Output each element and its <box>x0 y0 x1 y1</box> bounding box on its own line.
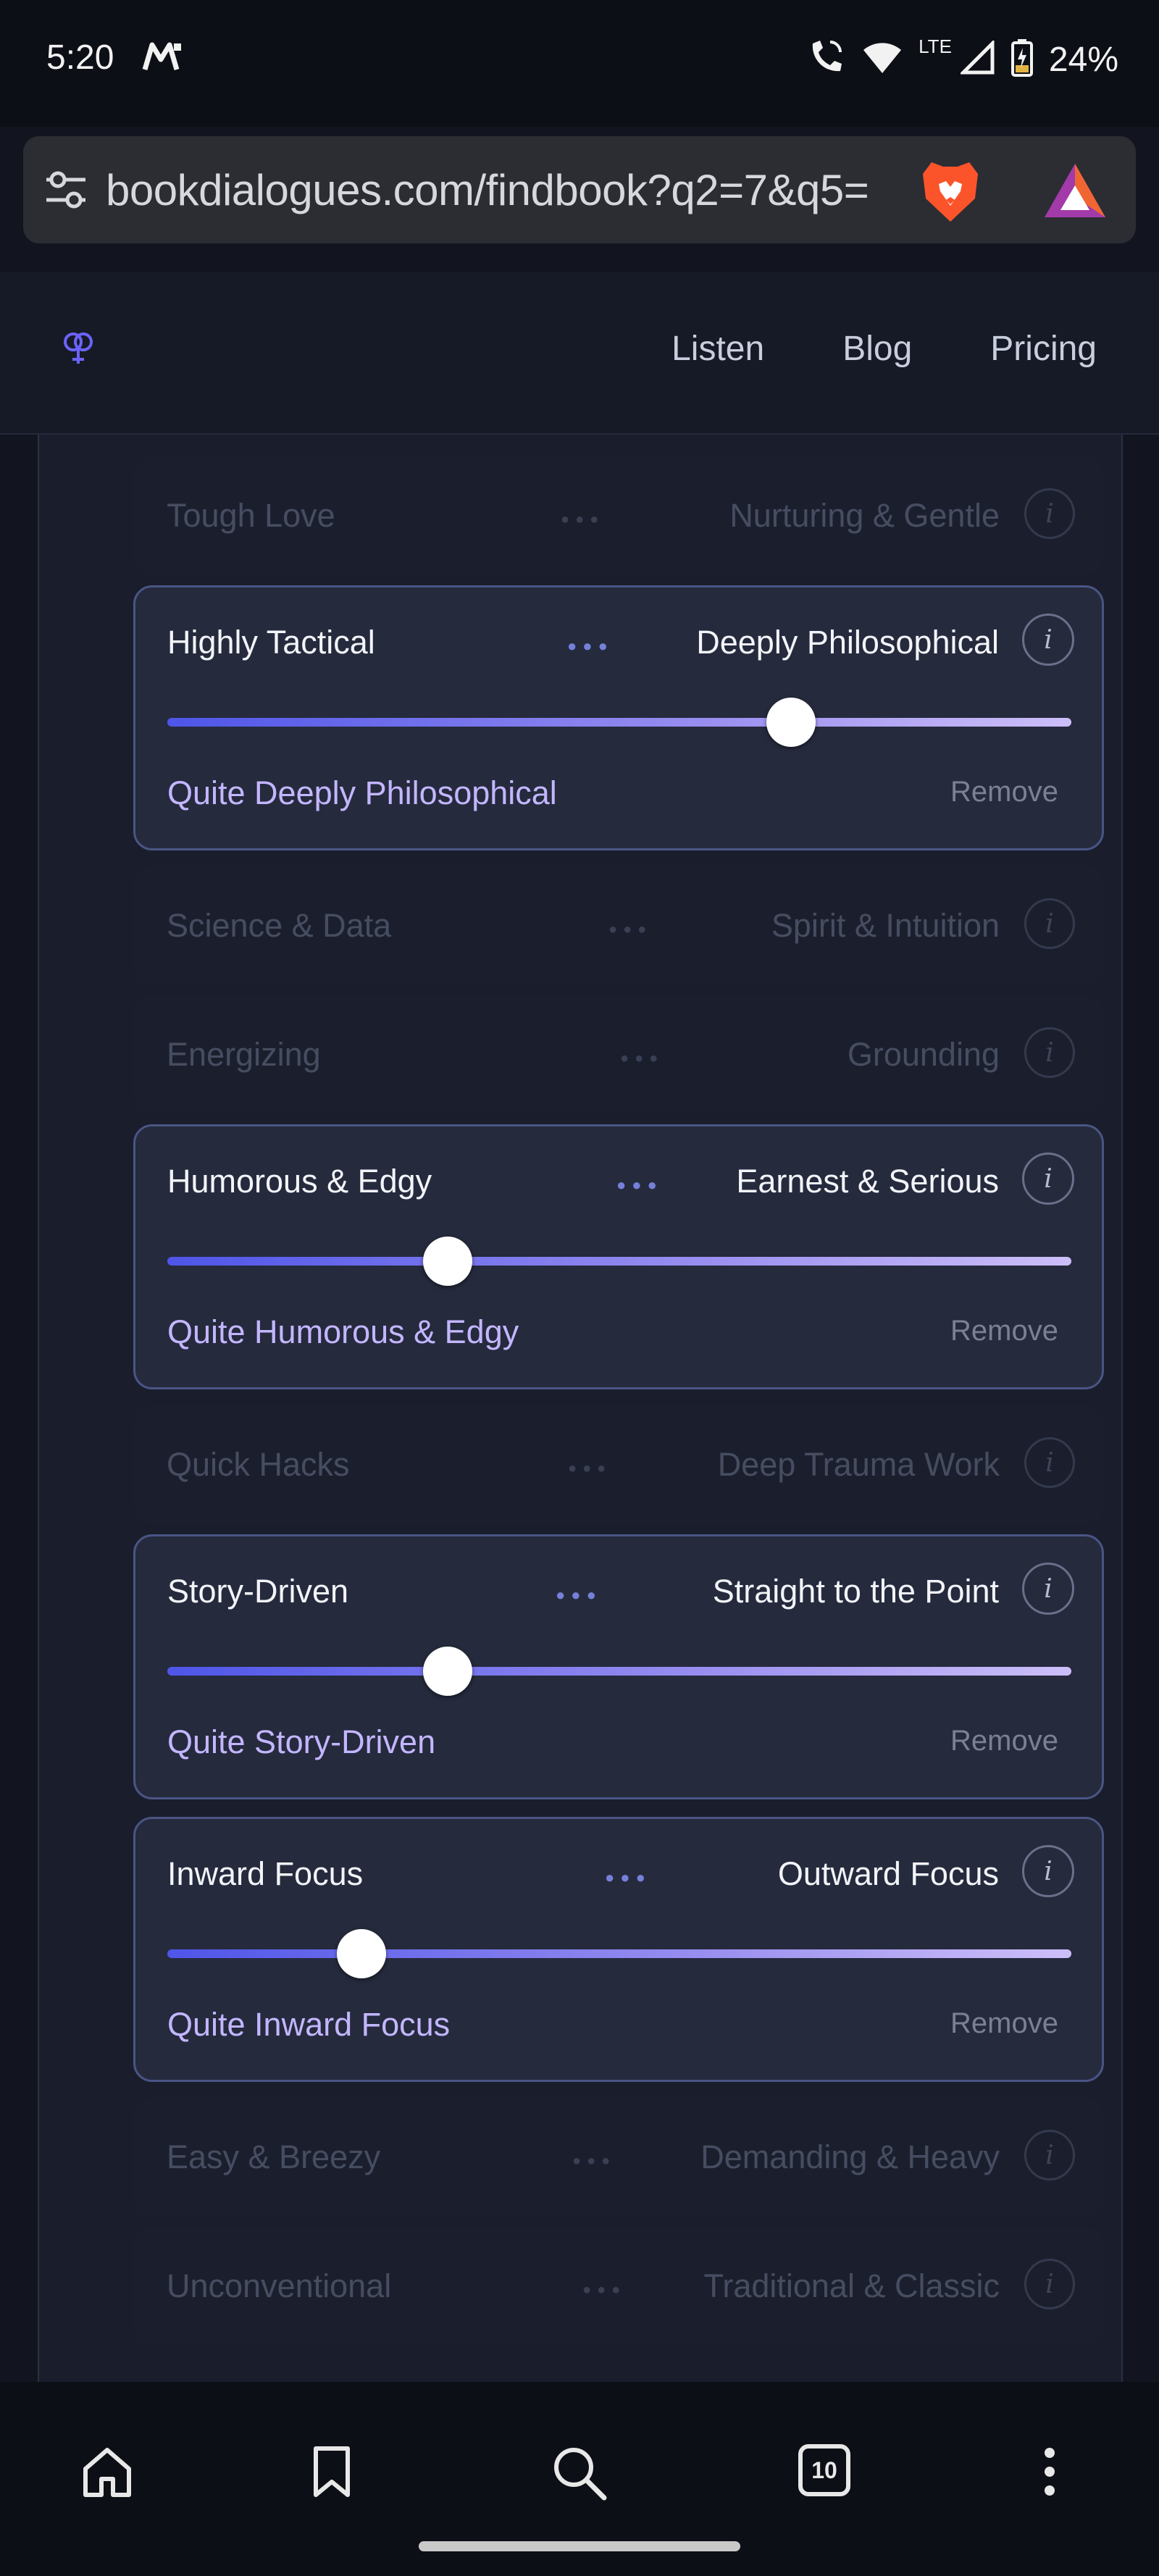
battery-percent: 24% <box>1048 41 1118 79</box>
preference-card-active: Highly Tactical ●●● Deeply Philosophical… <box>133 585 1104 850</box>
preference-card-active: Story-Driven ●●● Straight to the Point i… <box>133 1534 1104 1799</box>
slider-thumb[interactable] <box>422 1237 472 1286</box>
wifi-icon <box>862 40 903 80</box>
dots-icon: ●●● <box>556 1586 602 1604</box>
slider-track[interactable] <box>167 1647 1071 1696</box>
left-pole-label: Easy & Breezy <box>167 2138 381 2175</box>
left-pole-label: Unconventional <box>167 2267 392 2304</box>
dots-icon: ●●● <box>568 1460 612 1476</box>
preference-row-inactive[interactable]: Energizing ●●● Grounding i <box>133 995 1104 1114</box>
remove-button[interactable]: Remove <box>950 2007 1058 2040</box>
preference-row-inactive[interactable]: Quick Hacks ●●● Deep Trauma Work i <box>133 1405 1104 1524</box>
slider-value-label: Quite Story-Driven <box>167 1723 436 1760</box>
slider-track[interactable] <box>167 1237 1071 1286</box>
tabs-icon[interactable]: 10 <box>798 2444 850 2496</box>
info-icon[interactable]: i <box>1024 1027 1075 1078</box>
slider-track[interactable] <box>167 1929 1071 1978</box>
left-pole-label: Science & Data <box>167 907 392 944</box>
right-pole-label: Spirit & Intuition <box>771 907 1000 944</box>
nav-pricing[interactable]: Pricing <box>990 329 1097 369</box>
info-icon[interactable]: i <box>1024 2259 1075 2309</box>
remove-button[interactable]: Remove <box>950 1725 1058 1757</box>
url-text[interactable]: bookdialogues.com/findbook?q2=7&q5= <box>106 165 917 215</box>
nav-blog[interactable]: Blog <box>842 329 912 369</box>
more-vertical-icon[interactable] <box>1040 2444 1059 2503</box>
tune-icon[interactable] <box>43 168 88 215</box>
left-pole-label: Quick Hacks <box>167 1446 350 1483</box>
url-bar[interactable]: bookdialogues.com/findbook?q2=7&q5= <box>23 136 1136 243</box>
info-icon[interactable]: i <box>1022 1845 1074 1897</box>
dots-icon: ●●● <box>620 1050 664 1066</box>
dots-icon: ●●● <box>608 921 653 937</box>
info-icon[interactable]: i <box>1022 1153 1074 1205</box>
info-icon[interactable]: i <box>1024 2130 1075 2180</box>
signal-icon <box>958 38 995 79</box>
right-pole-label: Demanding & Heavy <box>700 2138 1000 2175</box>
tab-count: 10 <box>811 2456 837 2483</box>
status-time: 5:20 <box>46 38 114 77</box>
info-icon[interactable]: i <box>1022 1563 1074 1615</box>
preference-row-inactive[interactable]: Unconventional ●●● Traditional & Classic… <box>133 2227 1104 2346</box>
app-notification-icon <box>142 41 184 76</box>
preference-row-inactive[interactable]: Tough Love ●●● Nurturing & Gentle i <box>133 456 1104 575</box>
right-pole-label: Earnest & Serious <box>736 1163 999 1200</box>
slider-value-label: Quite Humorous & Edgy <box>167 1313 519 1350</box>
left-pole-label: Story-Driven <box>167 1573 349 1610</box>
preference-row-inactive[interactable]: Easy & Breezy ●●● Demanding & Heavy i <box>133 2098 1104 2217</box>
preference-panel: Tough Love ●●● Nurturing & Gentle i High… <box>38 435 1123 2382</box>
bookmark-icon[interactable] <box>309 2444 355 2503</box>
right-pole-label: Nurturing & Gentle <box>729 497 1000 534</box>
status-icons: LTE 24% <box>806 35 1118 82</box>
status-bar: 5:20 LTE 24% <box>0 0 1159 127</box>
left-pole-label: Tough Love <box>167 497 335 534</box>
site-nav: Listen Blog Pricing <box>671 329 1097 369</box>
slider-thumb[interactable] <box>337 1929 387 1978</box>
info-icon[interactable]: i <box>1022 614 1074 666</box>
slider-thumb[interactable] <box>422 1647 472 1696</box>
network-type: LTE <box>919 35 952 57</box>
home-indicator[interactable] <box>419 2541 740 2551</box>
right-pole-label: Grounding <box>847 1036 1000 1073</box>
home-icon[interactable] <box>80 2444 135 2503</box>
dots-icon: ●●● <box>605 1868 651 1886</box>
nav-listen[interactable]: Listen <box>671 329 764 369</box>
right-pole-label: Deeply Philosophical <box>696 624 999 661</box>
left-pole-label: Humorous & Edgy <box>167 1163 432 1200</box>
remove-button[interactable]: Remove <box>950 776 1058 808</box>
slider-value-label: Quite Deeply Philosophical <box>167 774 557 811</box>
right-pole-label: Straight to the Point <box>712 1573 999 1610</box>
right-pole-label: Outward Focus <box>777 1855 999 1892</box>
wifi-calling-icon <box>806 38 846 82</box>
remove-button[interactable]: Remove <box>950 1315 1058 1347</box>
dots-icon: ●●● <box>567 637 614 655</box>
battery-icon <box>1011 39 1033 80</box>
dots-icon: ●●● <box>572 2153 616 2169</box>
preference-card-active: Inward Focus ●●● Outward Focus i Quite I… <box>133 1817 1104 2082</box>
slider-track[interactable] <box>167 698 1071 747</box>
left-pole-label: Highly Tactical <box>167 624 375 661</box>
dots-icon: ●●● <box>561 511 605 527</box>
slider-value-label: Quite Inward Focus <box>167 2006 451 2043</box>
dots-icon: ●●● <box>616 1176 663 1194</box>
site-header: Listen Blog Pricing <box>0 272 1159 435</box>
left-pole-label: Inward Focus <box>167 1855 364 1892</box>
right-pole-label: Traditional & Classic <box>703 2267 1000 2304</box>
info-icon[interactable]: i <box>1024 488 1075 539</box>
right-pole-label: Deep Trauma Work <box>717 1446 1000 1483</box>
preference-card-active: Humorous & Edgy ●●● Earnest & Serious i … <box>133 1124 1104 1389</box>
dots-icon: ●●● <box>582 2282 627 2298</box>
site-logo-icon[interactable] <box>62 330 94 372</box>
search-icon[interactable] <box>551 2444 608 2506</box>
info-icon[interactable]: i <box>1024 898 1075 949</box>
brave-lion-icon[interactable] <box>920 158 981 228</box>
slider-thumb[interactable] <box>766 698 816 747</box>
left-pole-label: Energizing <box>167 1036 321 1073</box>
brave-rewards-icon[interactable] <box>1042 161 1108 225</box>
preference-row-inactive[interactable]: Science & Data ●●● Spirit & Intuition i <box>133 866 1104 985</box>
info-icon[interactable]: i <box>1024 1437 1075 1488</box>
